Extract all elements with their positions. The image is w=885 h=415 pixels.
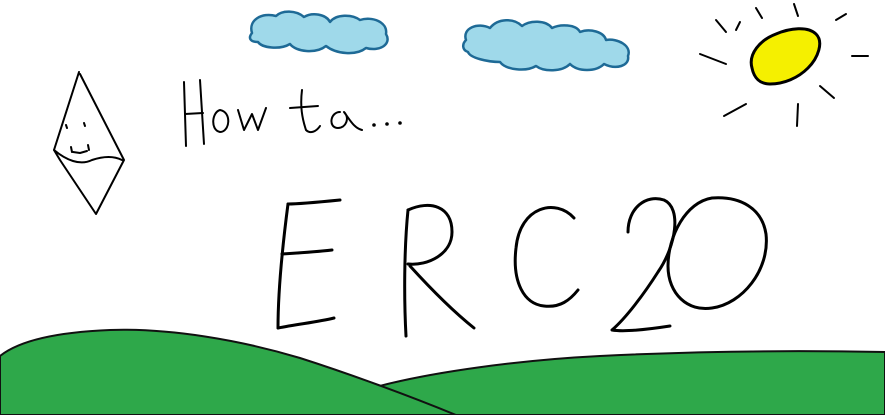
sun-icon <box>699 3 869 127</box>
caption-how-to <box>183 79 402 147</box>
cloud-left-icon <box>248 10 389 55</box>
headline-erc20 <box>276 196 768 338</box>
cloud-right-icon <box>462 19 630 72</box>
green-hills <box>0 328 885 415</box>
ethereum-diamond-icon <box>53 71 125 215</box>
drawing-canvas <box>0 3 885 415</box>
